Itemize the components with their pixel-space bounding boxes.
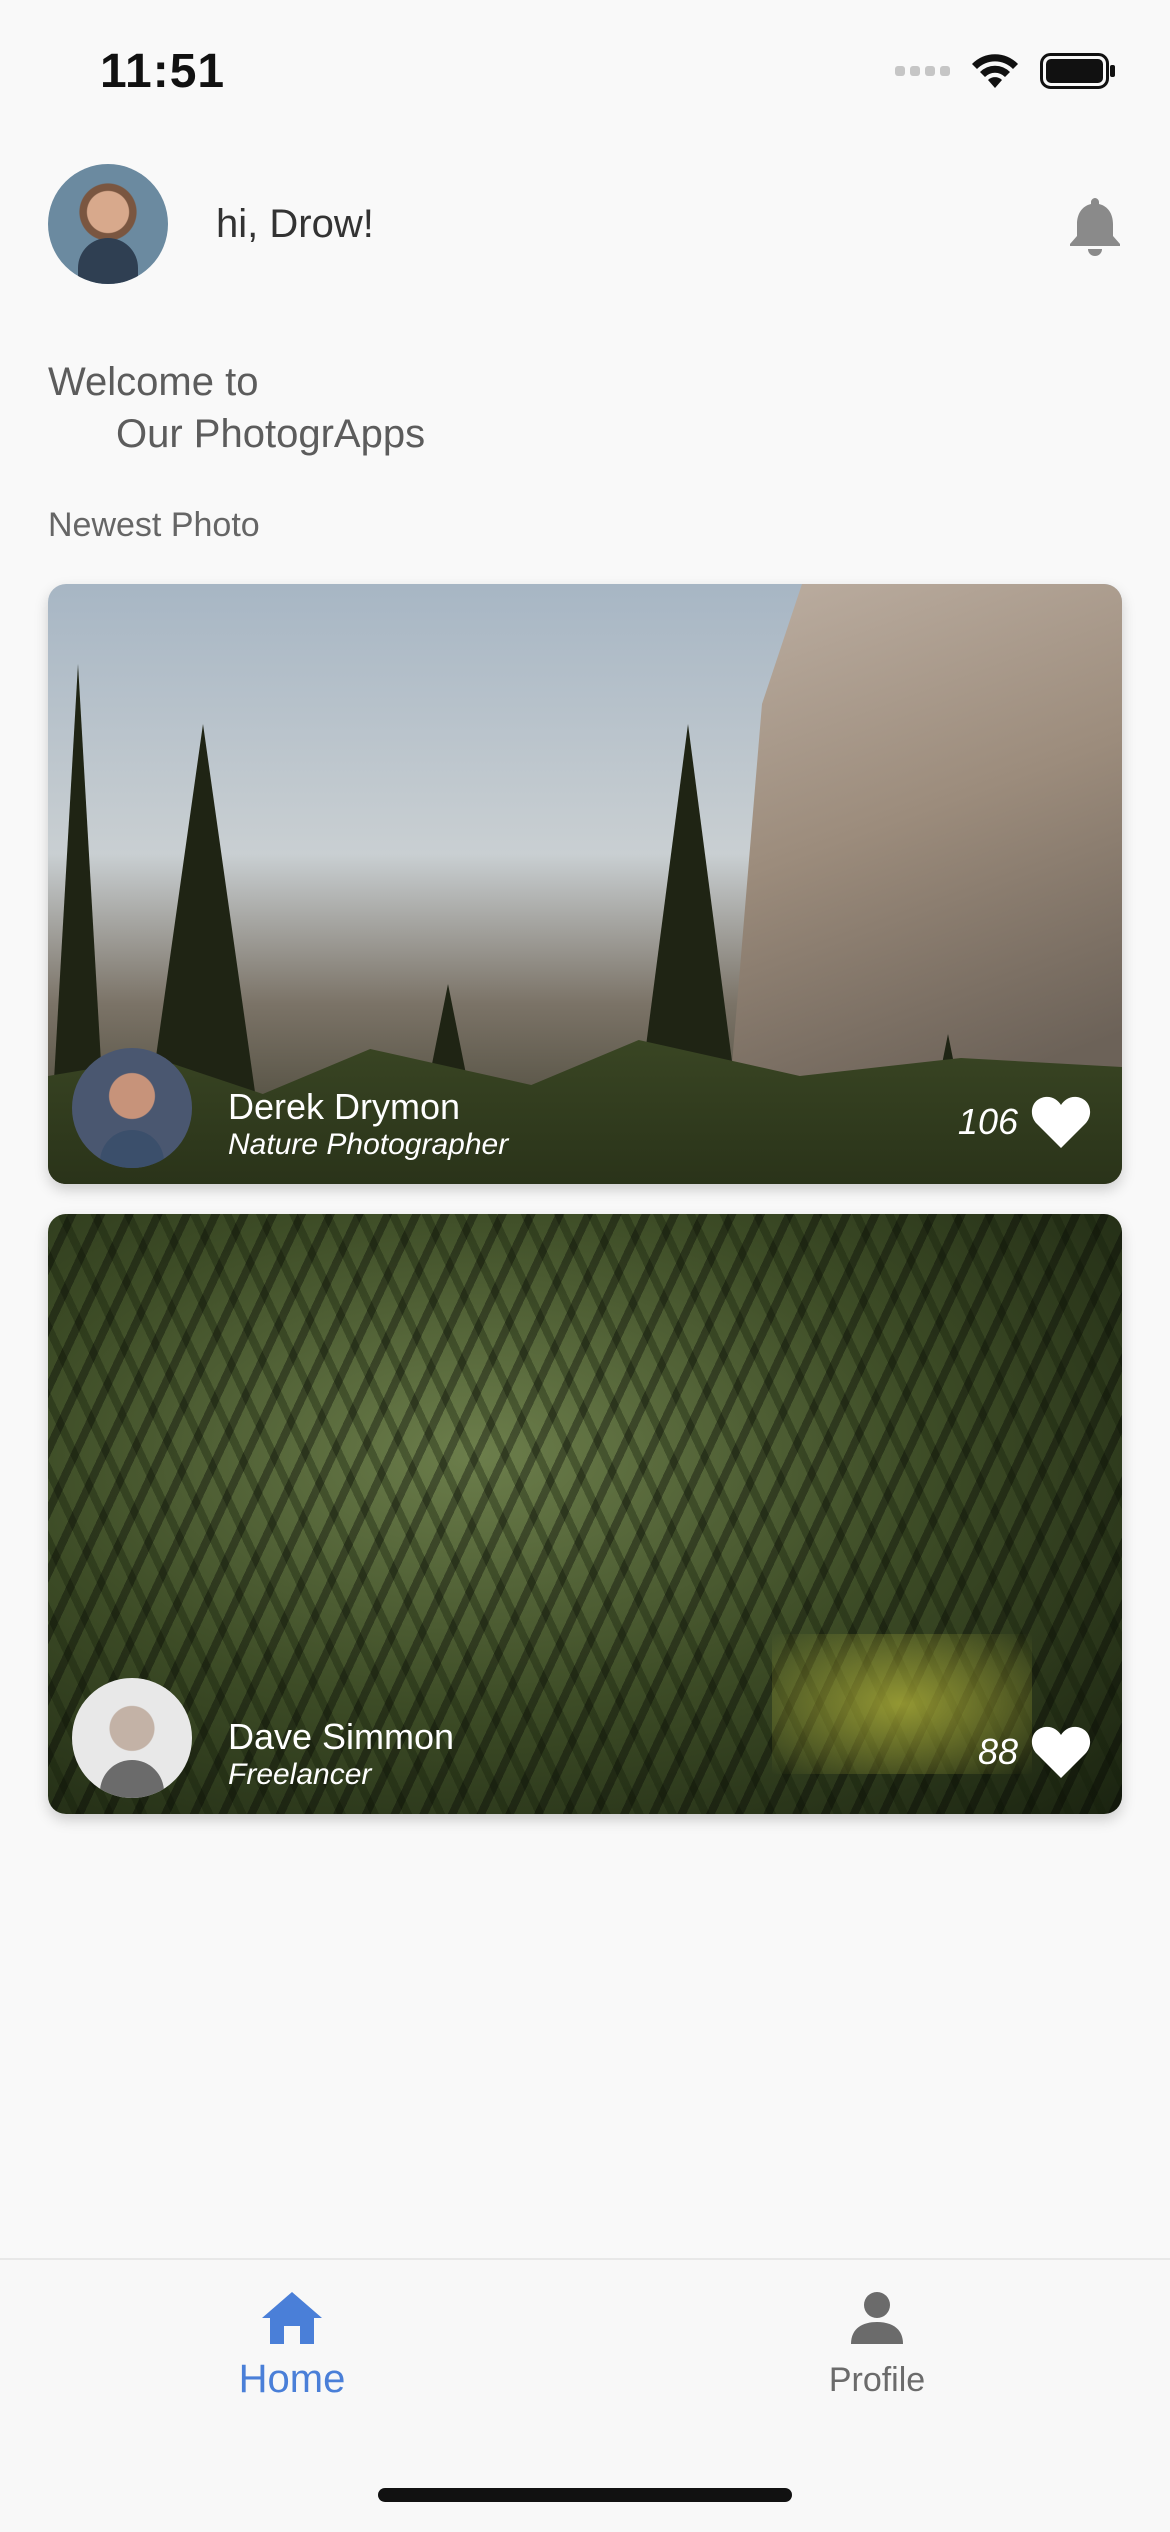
cellular-signal-icon [895, 66, 950, 76]
header: hi, Drow! [48, 164, 1122, 284]
photographer-role: Freelancer [228, 1758, 372, 1791]
person-icon [851, 2292, 903, 2344]
likes: 88 [978, 1724, 1092, 1780]
home-icon [262, 2292, 322, 2344]
battery-icon [1040, 53, 1115, 89]
status-time: 11:51 [100, 45, 226, 98]
welcome-heading: Welcome to Our PhotogrApps [48, 356, 425, 460]
greeting-text: hi, Drow! [216, 202, 374, 246]
tab-profile-label: Profile [828, 2361, 926, 2399]
heart-icon[interactable] [1030, 1724, 1092, 1780]
status-bar: 11:51 [0, 0, 1170, 140]
photographer-avatar[interactable] [72, 1678, 192, 1798]
wifi-icon [972, 54, 1018, 88]
card-footer: Dave Simmon Freelancer 88 [48, 1664, 1122, 1814]
bell-icon[interactable] [1068, 196, 1122, 256]
photo-card[interactable]: Derek Drymon Nature Photographer 106 [48, 584, 1122, 1184]
photographer-name: Derek Drymon [228, 1086, 461, 1127]
tab-home[interactable]: Home [142, 2290, 442, 2402]
likes-count: 88 [977, 1731, 1018, 1772]
status-icons [895, 52, 1116, 90]
section-title: Newest Photo [48, 506, 260, 544]
tab-home-label: Home [238, 2357, 346, 2401]
likes: 106 [958, 1094, 1092, 1150]
photographer-role: Nature Photographer [228, 1128, 509, 1161]
photographer-name: Dave Simmon [228, 1716, 455, 1757]
tab-profile[interactable]: Profile [727, 2290, 1027, 2400]
likes-count: 106 [957, 1101, 1018, 1142]
heart-icon[interactable] [1030, 1094, 1092, 1150]
home-indicator [378, 2488, 792, 2502]
card-footer: Derek Drymon Nature Photographer 106 [48, 1034, 1122, 1184]
photo-card[interactable]: Dave Simmon Freelancer 88 [48, 1214, 1122, 1814]
user-avatar[interactable] [48, 164, 168, 284]
welcome-line-1: Welcome to [48, 360, 259, 404]
photographer-avatar[interactable] [72, 1048, 192, 1168]
welcome-line-2: Our PhotogrApps [116, 412, 426, 456]
